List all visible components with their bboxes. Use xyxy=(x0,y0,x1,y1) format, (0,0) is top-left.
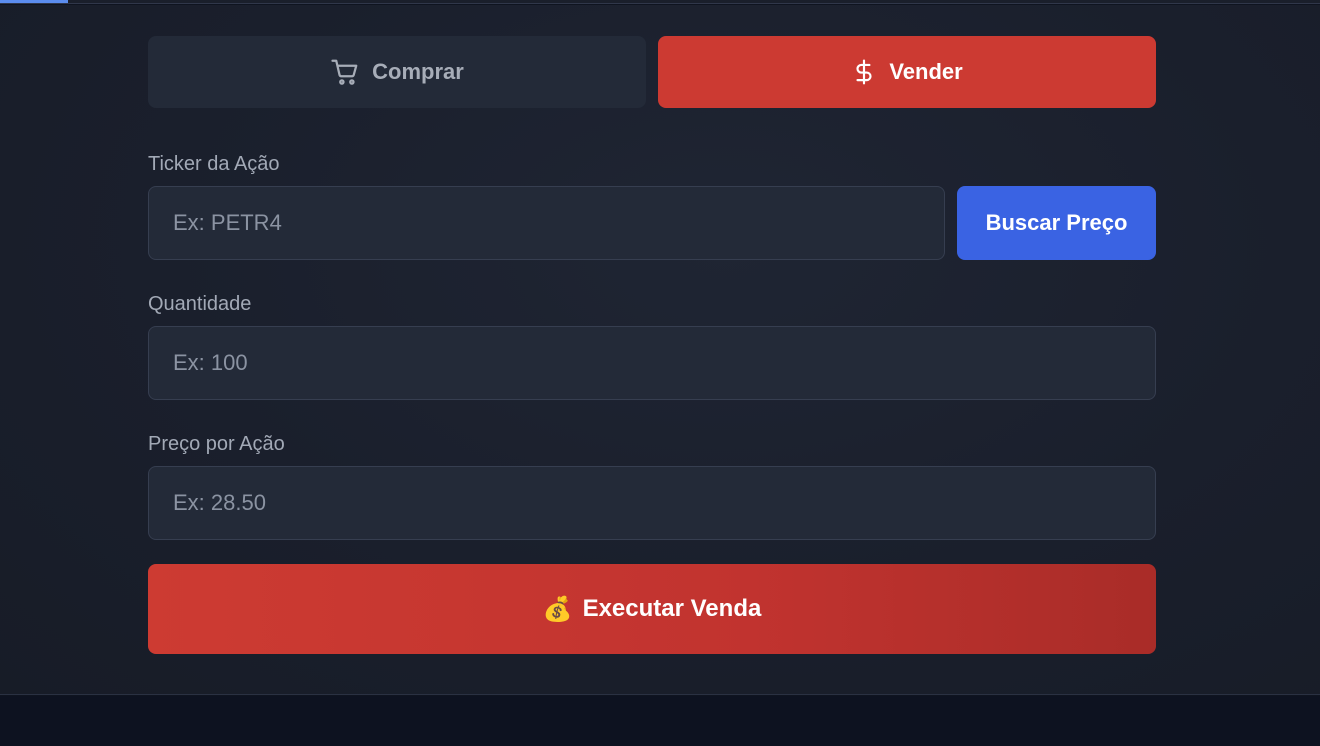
money-bag-icon: 💰 xyxy=(542,595,573,623)
footer-bar xyxy=(0,696,1320,746)
execute-sale-button[interactable]: 💰 Executar Venda xyxy=(148,564,1156,654)
quantity-label: Quantidade xyxy=(148,293,252,315)
search-price-button[interactable]: Buscar Preço xyxy=(957,186,1156,260)
top-bar xyxy=(0,0,1320,4)
ticker-input[interactable] xyxy=(148,186,945,260)
tab-sell[interactable]: Vender xyxy=(658,36,1156,108)
execute-sale-label: Executar Venda xyxy=(582,595,762,622)
tab-buy-label: Comprar xyxy=(372,59,464,84)
ticker-label: Ticker da Ação xyxy=(148,153,280,175)
tab-sell-label: Vender xyxy=(889,59,963,84)
progress-indicator xyxy=(0,0,68,3)
price-input[interactable] xyxy=(148,466,1156,540)
dollar-icon xyxy=(851,57,877,87)
quantity-input[interactable] xyxy=(148,326,1156,400)
tab-buy[interactable]: Comprar xyxy=(148,36,646,108)
trade-type-tabs: Comprar Vender xyxy=(148,36,1156,108)
price-label: Preço por Ação xyxy=(148,433,285,455)
cart-icon xyxy=(330,57,360,87)
